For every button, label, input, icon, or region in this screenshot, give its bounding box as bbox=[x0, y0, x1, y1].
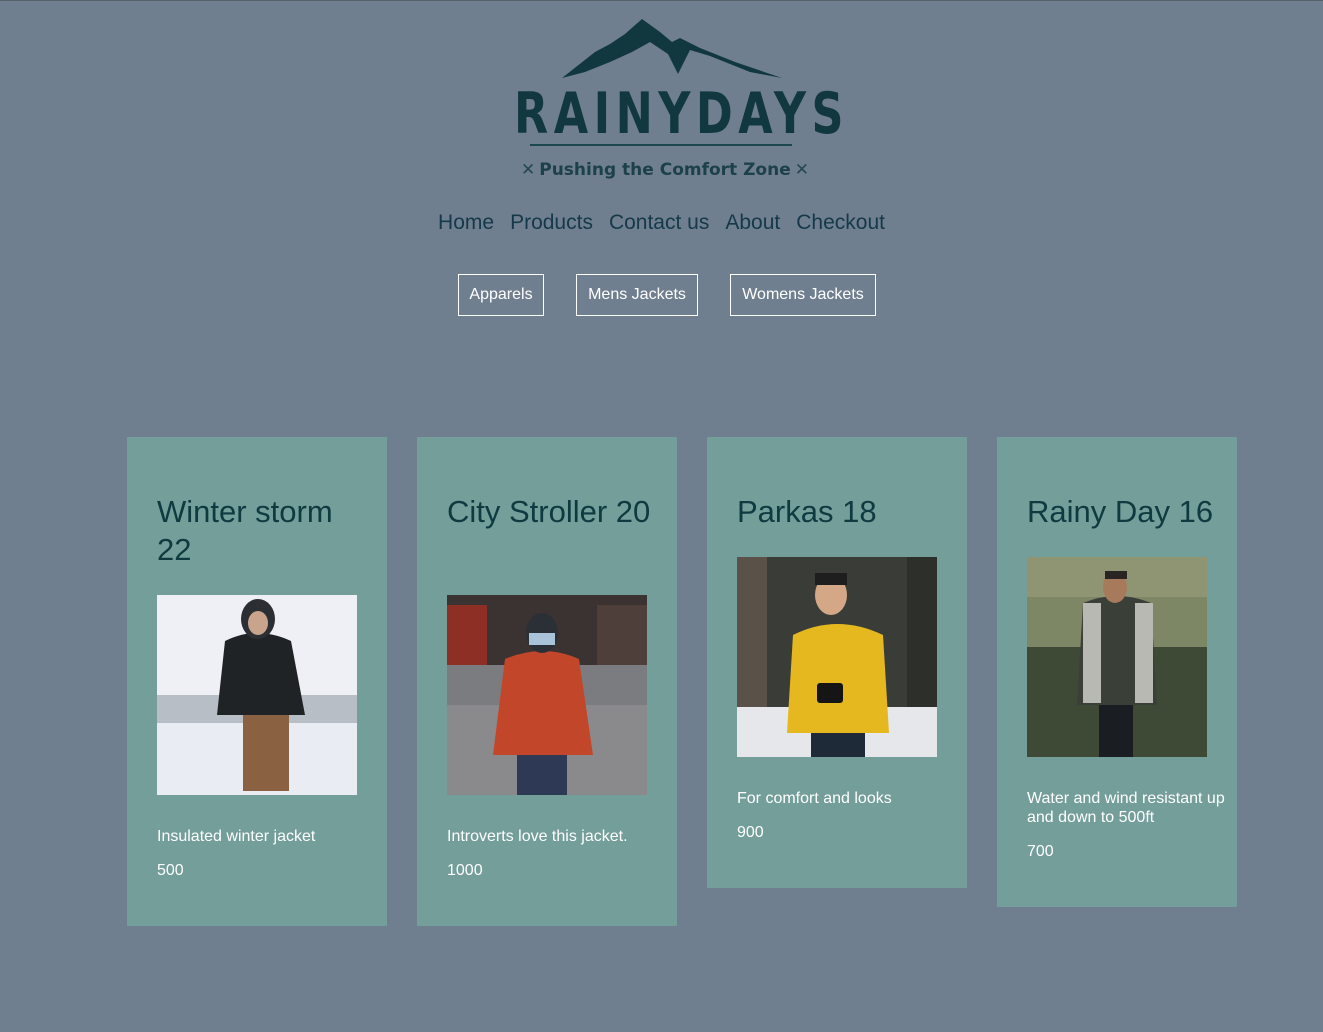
nav-home[interactable]: Home bbox=[438, 211, 494, 235]
tagline-text: Pushing the Comfort Zone bbox=[539, 160, 791, 180]
product-title[interactable]: City Stroller 20 bbox=[447, 493, 657, 531]
product-title[interactable]: Rainy Day 16 bbox=[1027, 493, 1217, 531]
product-price: 900 bbox=[737, 824, 764, 841]
product-card[interactable]: Winter storm 22 Insulated winter jacket … bbox=[127, 437, 387, 926]
product-description: Insulated winter jacket bbox=[157, 828, 316, 845]
cross-icon: ✕ bbox=[794, 160, 809, 180]
main-nav: Home Products Contact us About Checkout bbox=[0, 211, 1323, 235]
product-price: 1000 bbox=[447, 862, 483, 879]
filter-mens-jackets-button[interactable]: Mens Jackets bbox=[576, 274, 698, 316]
product-title[interactable]: Parkas 18 bbox=[737, 493, 947, 531]
cross-icon: ✕ bbox=[521, 160, 536, 180]
brand-tagline: ✕ Pushing the Comfort Zone ✕ bbox=[500, 160, 830, 180]
filter-apparels-button[interactable]: Apparels bbox=[458, 274, 544, 316]
filter-womens-jackets-button[interactable]: Womens Jackets bbox=[730, 274, 876, 316]
person-yellow-jacket-forest-photo[interactable] bbox=[737, 557, 937, 757]
product-price: 500 bbox=[157, 862, 184, 879]
logo-divider bbox=[530, 144, 792, 146]
product-description: Introverts love this jacket. bbox=[447, 828, 628, 845]
top-border bbox=[0, 0, 1323, 1]
product-description: Water and wind resistant up and down to … bbox=[1027, 790, 1225, 826]
person-orange-jacket-street-photo[interactable] bbox=[447, 595, 647, 795]
product-price: 700 bbox=[1027, 843, 1054, 860]
brand-logo[interactable]: RAINYDAYS ✕ Pushing the Comfort Zone ✕ bbox=[500, 14, 850, 186]
person-black-jacket-snow-photo[interactable] bbox=[157, 595, 357, 795]
mountain-icon bbox=[562, 19, 782, 78]
product-card[interactable]: Parkas 18 For comfort and looks 900 bbox=[707, 437, 967, 888]
product-card[interactable]: City Stroller 20 Introverts love this ja… bbox=[417, 437, 677, 926]
nav-checkout[interactable]: Checkout bbox=[796, 211, 885, 235]
product-title[interactable]: Winter storm 22 bbox=[157, 493, 367, 569]
nav-about[interactable]: About bbox=[725, 211, 780, 235]
brand-name: RAINYDAYS bbox=[514, 81, 850, 147]
product-description: For comfort and looks bbox=[737, 790, 892, 807]
nav-contact[interactable]: Contact us bbox=[609, 211, 709, 235]
person-grey-jacket-field-photo[interactable] bbox=[1027, 557, 1207, 757]
nav-products[interactable]: Products bbox=[510, 211, 593, 235]
product-card[interactable]: Rainy Day 16 Water and wind resistant up… bbox=[997, 437, 1237, 907]
